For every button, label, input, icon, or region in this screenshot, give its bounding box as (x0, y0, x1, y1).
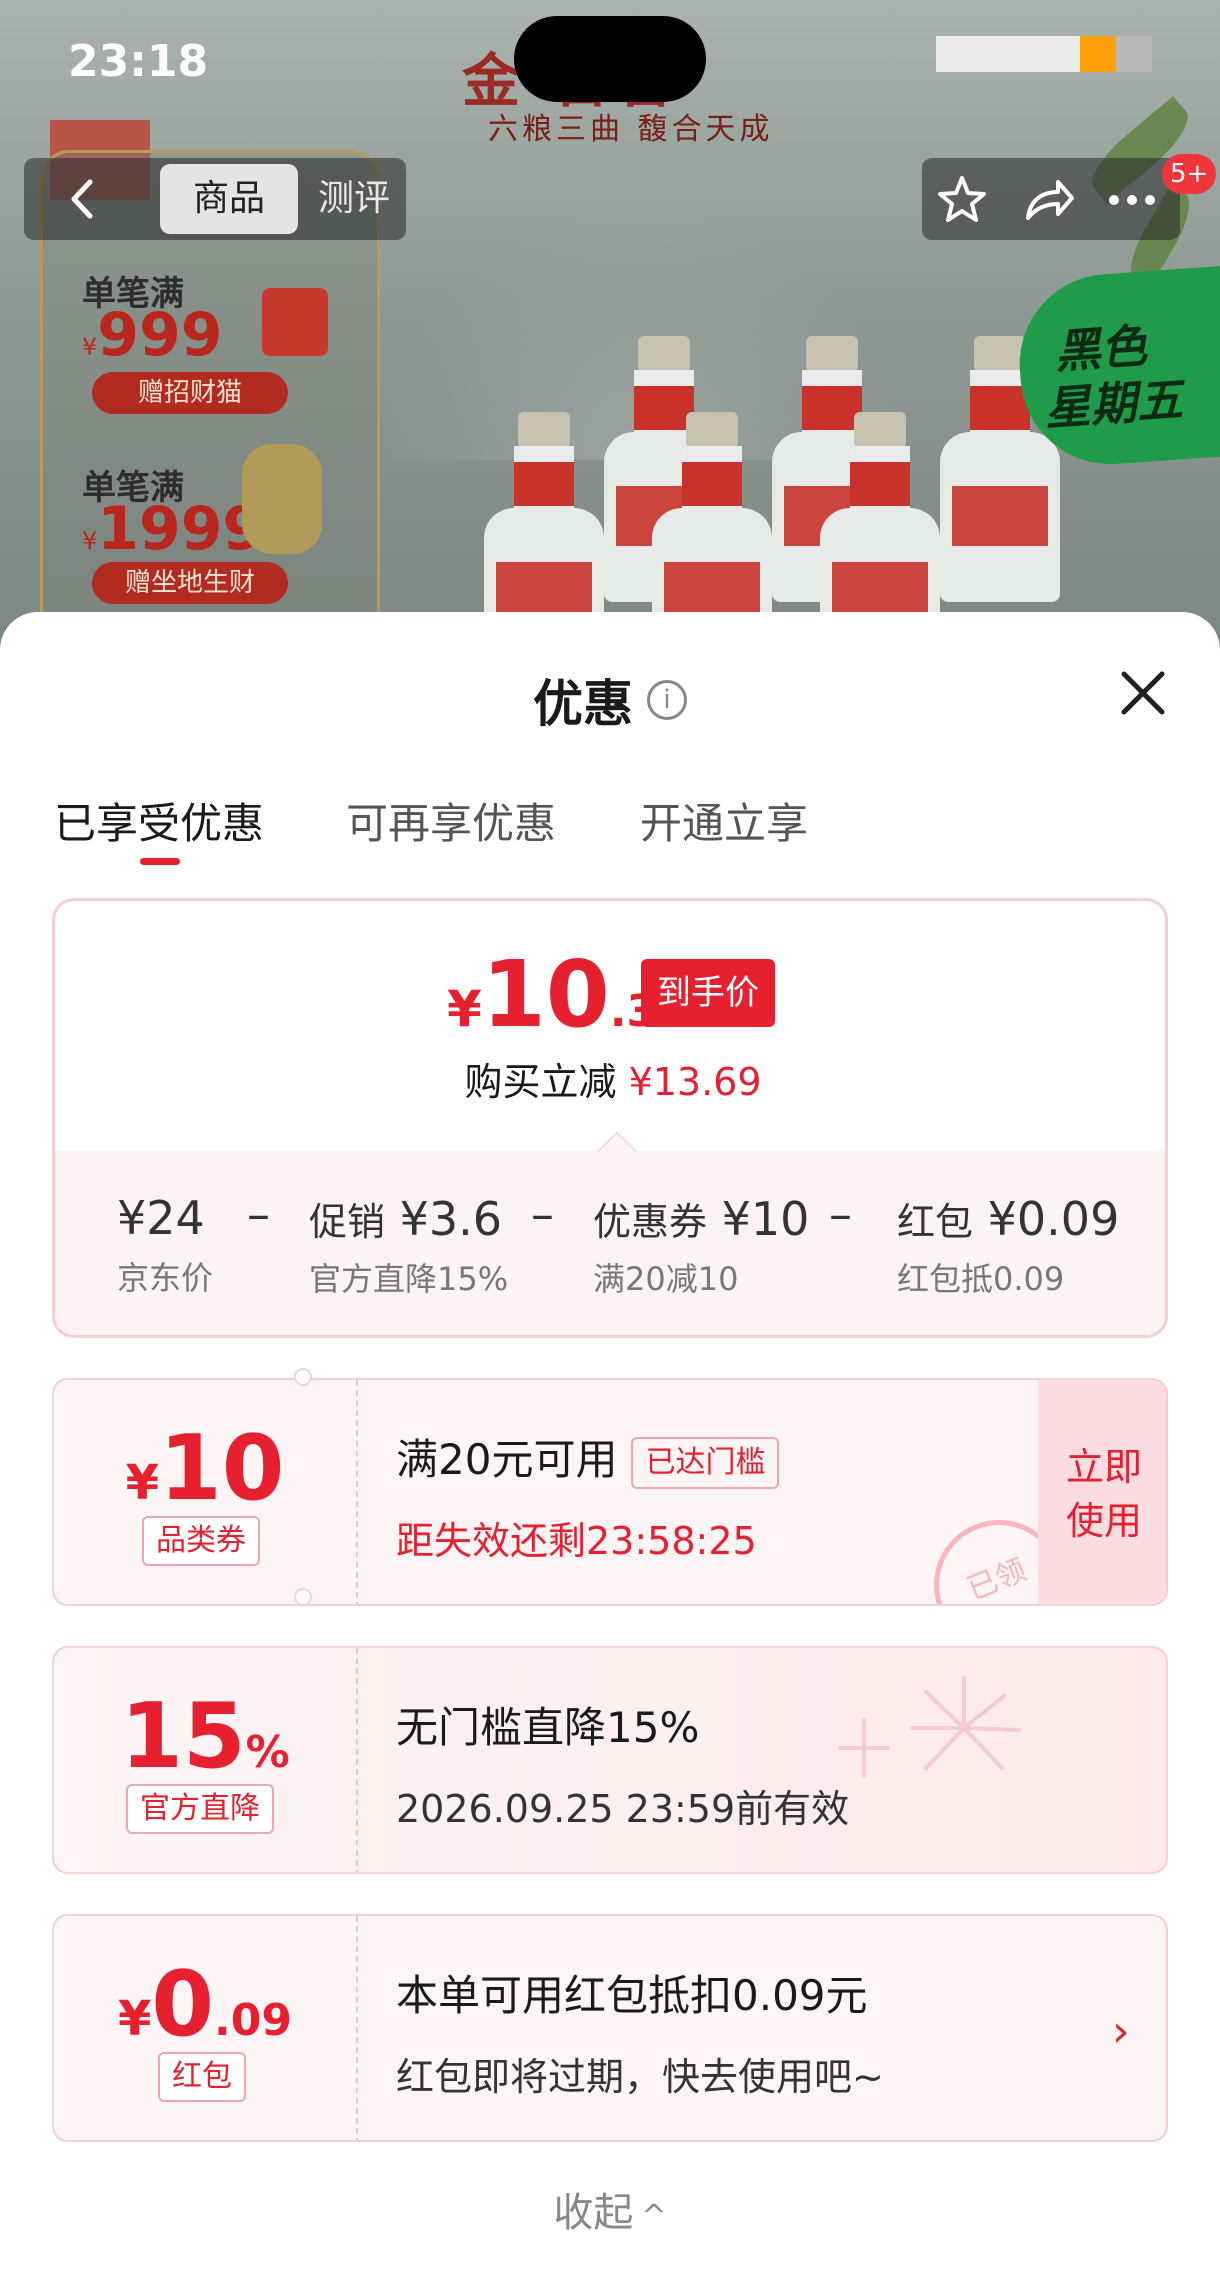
sheet-header: 优惠 i (0, 664, 1220, 736)
breakdown-promotion-label: 促销 (309, 1200, 386, 1244)
discount-type-tag: 官方直降 (126, 1784, 274, 1834)
breakdown-promotion-main: 促销 ¥3.6 (309, 1191, 508, 1246)
battery-tip (1116, 36, 1152, 72)
official-discount-card: 15% 官方直降 无门槛直降15% 2026.09.25 23:59前有效 (52, 1646, 1168, 1874)
tab-more-discounts[interactable]: 可再享优惠 (346, 790, 556, 851)
breakdown-red-packet-main: 红包 ¥0.09 (897, 1191, 1119, 1246)
discount-validity: 2026.09.25 23:59前有效 (396, 1787, 850, 1831)
breakdown-red-packet-amount: ¥0.09 (987, 1192, 1120, 1246)
coupon-divider (356, 1648, 358, 1872)
sheet-title: 优惠 (533, 675, 633, 733)
breakdown-coupon-label: 优惠券 (593, 1200, 708, 1244)
close-icon[interactable] (1114, 664, 1172, 722)
instant-saving-amount: ¥13.69 (628, 1060, 762, 1104)
nav-actions (922, 158, 1180, 240)
coupon-cut-bottom (294, 1588, 312, 1606)
discount-description: 无门槛直降15% (396, 1703, 700, 1752)
breakdown-jd-price-label: 京东价 (117, 1259, 214, 1297)
coupon-countdown: 距失效还剩23:58:25 (396, 1519, 757, 1563)
red-packet-reminder: 红包即将过期，快去使用吧~ (396, 2055, 884, 2099)
tab-review[interactable]: 测评 (304, 164, 404, 234)
collapse-button[interactable]: 收起 ^ (0, 2180, 1220, 2238)
breakdown-coupon-amount: ¥10 (721, 1192, 810, 1246)
minus-sign: – (829, 1187, 852, 1241)
chevron-left-icon[interactable] (58, 172, 108, 226)
red-packet-card[interactable]: ¥0.09 红包 本单可用红包抵扣0.09元 红包即将过期，快去使用吧~ › (52, 1914, 1168, 2142)
discount-value-area: 15% 官方直降 (54, 1648, 356, 1872)
star-icon[interactable] (932, 170, 992, 230)
black-friday-line2: 星期五 (1042, 372, 1185, 436)
status-time: 23:18 (68, 36, 209, 87)
info-icon[interactable]: i (647, 680, 687, 720)
coupon-condition: 满20元可用 已达门槛 (396, 1426, 780, 1489)
brand-subtitle: 六粮三曲 馥合天成 (488, 112, 774, 147)
threshold-reached-chip: 已达门槛 (631, 1436, 780, 1489)
coupon-cut-top (294, 1368, 312, 1386)
breakdown-red-packet-label: 红包 (897, 1200, 974, 1244)
more-icon[interactable] (1102, 170, 1162, 230)
red-packet-description: 本单可用红包抵扣0.09元 (396, 1971, 868, 2020)
active-tab-indicator (140, 858, 180, 865)
minus-sign: – (531, 1187, 554, 1241)
tab-enjoyed-discounts[interactable]: 已享受优惠 (54, 790, 264, 851)
category-coupon-card[interactable]: ¥10 品类券 满20元可用 已达门槛 距失效还剩23:58:25 已领 立即 使用 (52, 1378, 1168, 1606)
breakdown-jd-price-amount: ¥24 (117, 1191, 205, 1245)
breakdown-promotion: 促销 ¥3.6 官方直降15% (309, 1191, 508, 1300)
coupon-value: ¥10 (125, 1416, 285, 1521)
tab-activate-discounts[interactable]: 开通立享 (640, 790, 808, 851)
golden-statue-gift-image (242, 444, 322, 554)
breakdown-jd-price: ¥24 京东价 (117, 1191, 213, 1299)
chevron-up-icon: ^ (641, 2199, 667, 2234)
nav-tab-group: 商品 测评 (24, 158, 406, 240)
firework-decoration (838, 1676, 1021, 1778)
promo-2-value: ¥1999 (82, 494, 265, 564)
breakdown-promotion-detail: 官方直降15% (309, 1260, 509, 1298)
coupon-value-area: ¥10 品类券 (54, 1380, 356, 1604)
message-count-badge: 5+ (1162, 154, 1217, 194)
battery-indicator (936, 36, 1152, 72)
tab-product[interactable]: 商品 (160, 164, 298, 234)
promo-1-value: ¥999 (82, 300, 223, 370)
currency-symbol: ¥ (447, 980, 482, 1038)
final-price-tag: 到手价 (641, 959, 775, 1027)
breakdown-promotion-amount: ¥3.6 (399, 1192, 503, 1246)
breakdown-red-packet-detail: 红包抵0.09 (897, 1260, 1065, 1298)
instant-saving-label: 购买立减 (464, 1060, 617, 1104)
final-price-integer: 10 (481, 941, 610, 1048)
price-summary-card: ¥10.31 到手价 购买立减 ¥13.69 ¥24 京东价 – 促销 ¥3.6… (52, 898, 1168, 1338)
minus-sign: – (247, 1187, 270, 1241)
red-packet-tag: 红包 (158, 2052, 246, 2102)
discount-sheet: 优惠 i 已享受优惠 可再享优惠 开通立享 ¥10.31 到手价 购买立减 ¥13… (0, 612, 1220, 2269)
promo-2-gift: 赠坐地生财 (92, 562, 288, 604)
breakdown-coupon: 优惠券 ¥10 满20减10 (593, 1191, 809, 1300)
discount-value: 15% (120, 1684, 290, 1789)
promo-1-gift: 赠招财猫 (92, 372, 288, 414)
breakdown-coupon-detail: 满20减10 (593, 1260, 739, 1298)
coupon-divider (356, 1380, 358, 1604)
chevron-right-icon[interactable]: › (1112, 2006, 1130, 2057)
red-packet-value-area: ¥0.09 红包 (54, 1916, 356, 2140)
battery-fill (1080, 36, 1116, 72)
red-packet-value: ¥0.09 (118, 1952, 292, 2057)
camera-notch (514, 16, 706, 102)
coupon-divider (356, 1916, 358, 2140)
breakdown-coupon-main: 优惠券 ¥10 (593, 1191, 809, 1246)
instant-saving: 购买立减 ¥13.69 (55, 1051, 1165, 1106)
coupon-type-tag: 品类券 (142, 1516, 260, 1566)
collapse-label: 收起 (553, 2190, 634, 2236)
lucky-cat-gift-image (262, 288, 328, 356)
use-now-button[interactable]: 立即 使用 (1038, 1380, 1166, 1604)
share-icon[interactable] (1018, 170, 1078, 230)
breakdown-red-packet: 红包 ¥0.09 红包抵0.09 (897, 1191, 1119, 1300)
